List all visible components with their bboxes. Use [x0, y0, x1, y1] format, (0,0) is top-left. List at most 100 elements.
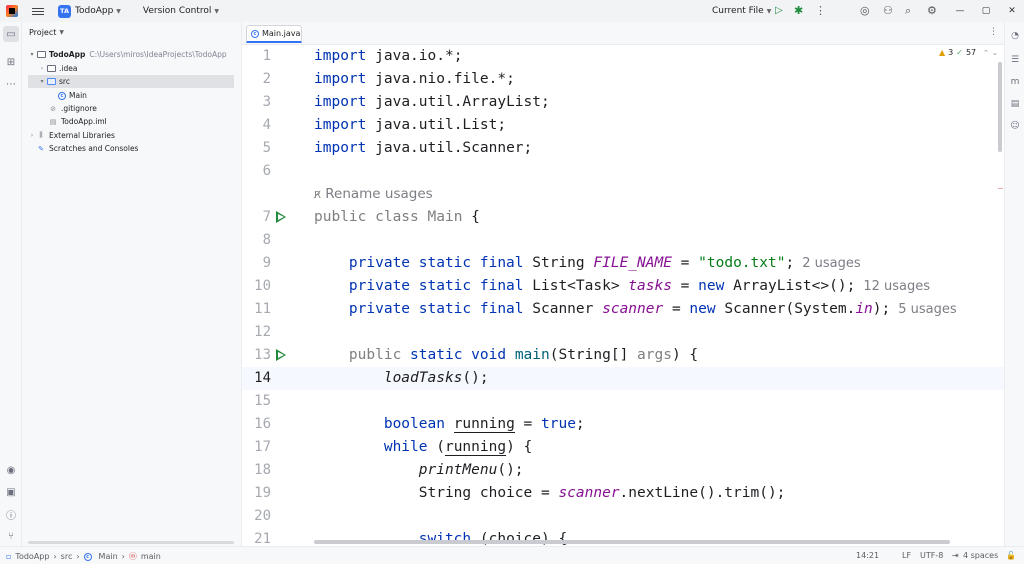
- scratches-icon: ✎: [38, 144, 44, 153]
- breadcrumb: ▫ TodoApp › src › c Main › ⓜ main: [6, 551, 161, 562]
- code-text: printMenu();: [418, 462, 524, 478]
- code-area[interactable]: 1 import java.io.*; 2 import java.nio.fi…: [242, 45, 1005, 546]
- chevron-down-icon: ▼: [214, 7, 220, 15]
- method-icon: ⓜ: [128, 552, 137, 561]
- libraries-icon: ⫼: [39, 131, 43, 139]
- project-panel-scrollbar[interactable]: [28, 541, 234, 544]
- more-tools-icon[interactable]: ⋯: [3, 76, 19, 92]
- close-button[interactable]: ✕: [998, 0, 1024, 22]
- breadcrumb-item[interactable]: Main: [99, 552, 118, 561]
- project-panel-header[interactable]: Project ▼: [29, 28, 64, 37]
- line-number: 17: [254, 439, 271, 455]
- ai-assistant-icon[interactable]: ◎: [860, 4, 870, 17]
- tree-item-src[interactable]: ▾ src: [28, 75, 234, 88]
- tab-label: Main.java: [262, 29, 301, 38]
- code-text: import java.nio.file.*;: [314, 71, 515, 87]
- usages-hint[interactable]: 5 usages: [898, 302, 956, 317]
- run-config-selector[interactable]: Current File ▼: [712, 6, 771, 16]
- problems-tool-icon[interactable]: ⓘ: [3, 506, 19, 522]
- code-text: public class Main {: [314, 209, 480, 225]
- code-line: 20: [242, 505, 1005, 528]
- tree-item-todoapp-iml[interactable]: ▤ TodoApp.iml: [28, 115, 234, 128]
- breadcrumb-item[interactable]: TodoApp: [15, 552, 49, 561]
- breadcrumb-item[interactable]: main: [141, 552, 161, 561]
- tab-main-java[interactable]: c Main.java: [246, 25, 302, 43]
- version-control-menu[interactable]: Version Control ▼: [143, 6, 219, 16]
- settings-gear-icon[interactable]: ⚙: [927, 4, 937, 17]
- maximize-button[interactable]: ▢: [972, 0, 1000, 22]
- code-line: 8: [242, 229, 1005, 252]
- code-text: public static void main(String[] args) {: [348, 347, 699, 363]
- tree-item-gitignore[interactable]: ⊘ .gitignore: [28, 102, 234, 115]
- main-menu-icon[interactable]: [32, 7, 44, 15]
- line-number: 8: [262, 232, 271, 248]
- maven-icon[interactable]: m: [1009, 76, 1021, 88]
- database-icon[interactable]: ☰: [1009, 54, 1021, 66]
- run-config-label: Current File: [712, 6, 764, 16]
- terminal-tool-icon[interactable]: ▣: [3, 484, 19, 500]
- tree-item-label: .gitignore: [61, 104, 97, 113]
- chevron-down-icon[interactable]: ▾: [28, 51, 36, 58]
- chevron-right-icon[interactable]: ›: [38, 65, 46, 72]
- services-tool-icon[interactable]: ◉: [3, 462, 19, 478]
- tree-item-idea[interactable]: › .idea: [28, 62, 234, 75]
- rename-icon: R̸: [314, 190, 321, 201]
- caret-position[interactable]: 14:21: [856, 551, 879, 560]
- rename-usages-hint[interactable]: R̸ Rename usages: [314, 183, 433, 207]
- line-number: 5: [262, 140, 271, 156]
- java-class-icon: c: [83, 552, 92, 561]
- chevron-down-icon[interactable]: ▾: [38, 78, 46, 85]
- minimize-button[interactable]: —: [946, 0, 974, 22]
- code-line: 2 import java.nio.file.*;: [242, 68, 1005, 91]
- more-actions-icon[interactable]: ⋮: [815, 4, 826, 17]
- chevron-up-icon[interactable]: ⌃: [983, 49, 989, 57]
- tree-item-external-libraries[interactable]: › ⫼ External Libraries: [28, 129, 234, 142]
- ide-logo-icon[interactable]: [6, 5, 18, 17]
- breadcrumb-item[interactable]: src: [61, 552, 73, 561]
- tree-item-label: Scratches and Consoles: [49, 144, 139, 153]
- tab-options-icon[interactable]: ⋮: [989, 27, 998, 37]
- search-icon[interactable]: ⌕: [905, 4, 911, 18]
- tree-item-scratches[interactable]: ✎ Scratches and Consoles: [28, 142, 234, 155]
- run-main-icon[interactable]: [276, 349, 286, 361]
- copilot-icon[interactable]: ☺: [1009, 120, 1021, 132]
- project-name: TodoApp: [75, 6, 114, 16]
- gitignore-file-icon: ⊘: [50, 104, 56, 113]
- file-encoding[interactable]: UTF-8: [920, 551, 943, 560]
- indent-setting[interactable]: 4 spaces: [963, 551, 998, 560]
- usages-hint[interactable]: 12 usages: [863, 279, 930, 294]
- lock-icon[interactable]: 🔓: [1006, 551, 1016, 560]
- line-number: 18: [254, 462, 271, 478]
- editor-horizontal-scrollbar[interactable]: [314, 540, 950, 544]
- iml-file-icon: ▤: [49, 117, 57, 126]
- chevron-right-icon[interactable]: ›: [28, 132, 36, 139]
- tree-item-todoapp[interactable]: ▾ TodoApp C:\Users\miros\IdeaProjects\To…: [28, 48, 234, 61]
- code-text: import java.util.Scanner;: [314, 140, 533, 156]
- project-selector[interactable]: TA TodoApp ▼: [58, 4, 121, 18]
- ai-chat-icon[interactable]: ▤: [1009, 98, 1021, 110]
- code-text: private static final Scanner scanner = n…: [348, 301, 957, 317]
- git-tool-icon[interactable]: ⑂: [3, 528, 19, 544]
- chevron-down-icon[interactable]: ⌄: [992, 49, 998, 57]
- module-icon: ▫: [6, 552, 12, 561]
- tree-item-main[interactable]: c Main: [28, 89, 234, 102]
- structure-tool-icon[interactable]: ⊞: [3, 54, 19, 70]
- line-number: 14: [254, 370, 271, 386]
- code-line: 3 import java.util.ArrayList;: [242, 91, 1005, 114]
- code-with-me-icon[interactable]: ⚇: [883, 4, 893, 17]
- notifications-icon[interactable]: ◔: [1009, 30, 1021, 42]
- source-folder-icon: [46, 77, 56, 86]
- line-ending[interactable]: LF: [902, 551, 911, 560]
- code-line: 12: [242, 321, 1005, 344]
- line-number: 10: [254, 278, 271, 294]
- editor-vertical-scrollbar[interactable]: [998, 62, 1002, 152]
- error-stripe-marker[interactable]: [998, 188, 1003, 189]
- run-class-icon[interactable]: [276, 211, 286, 223]
- debug-icon[interactable]: ✱: [794, 4, 803, 17]
- chevron-down-icon: ▼: [766, 7, 772, 15]
- code-line: 16 boolean running = true;: [242, 413, 1005, 436]
- inspection-widget[interactable]: ▲ 3 ✓ 57 ⌃ ⌄: [939, 48, 998, 57]
- run-icon[interactable]: ▷: [775, 5, 783, 16]
- project-tool-icon[interactable]: ▭: [3, 26, 19, 42]
- usages-hint[interactable]: 2 usages: [802, 256, 860, 271]
